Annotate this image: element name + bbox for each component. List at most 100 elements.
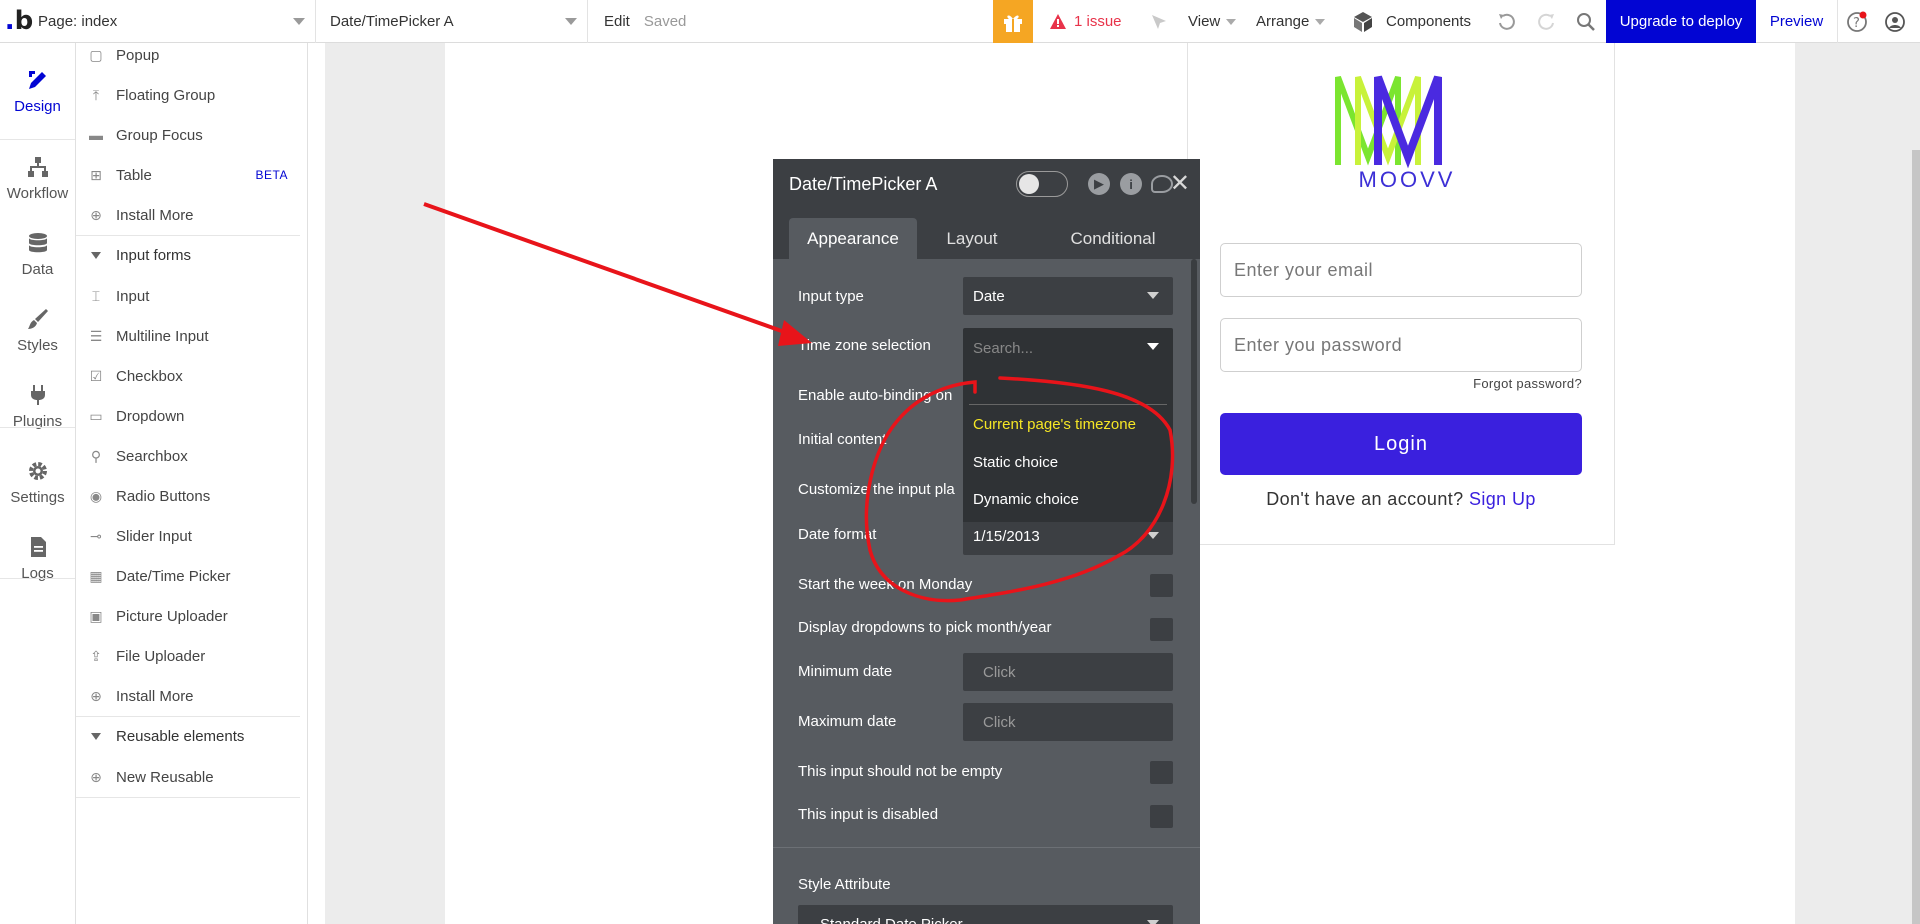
play-icon[interactable]: ▶ — [1088, 173, 1110, 195]
section-input-forms[interactable]: Input forms — [76, 235, 300, 275]
view-menu[interactable]: View — [1188, 0, 1237, 43]
option-static-choice[interactable]: Static choice — [973, 454, 1058, 471]
element-popup[interactable]: ▢ Popup — [76, 35, 300, 75]
gift-button[interactable] — [993, 0, 1033, 43]
initial-content-label: Initial content — [798, 431, 887, 448]
element-label: Install More — [116, 687, 194, 705]
element-slider-input[interactable]: ⊸ Slider Input — [76, 516, 300, 556]
search-icon — [1577, 12, 1595, 31]
brand-name: MOOVV — [1358, 167, 1456, 192]
element-checkbox[interactable]: ☑ Checkbox — [76, 356, 300, 396]
calendar-icon: ▦ — [89, 567, 103, 584]
upgrade-to-deploy-button[interactable]: Upgrade to deploy — [1606, 0, 1756, 43]
element-group-focus[interactable]: ▬ Group Focus — [76, 115, 300, 155]
account-button[interactable] — [1884, 0, 1906, 43]
element-date-time-picker[interactable]: ▦ Date/Time Picker — [76, 556, 300, 596]
help-icon: ? — [1847, 11, 1867, 32]
password-field[interactable]: Enter you password — [1220, 318, 1582, 372]
nav-logs[interactable]: Logs — [0, 520, 75, 596]
info-icon[interactable]: i — [1120, 173, 1142, 195]
editor-scrollbar[interactable] — [1191, 259, 1197, 504]
input-type-select[interactable]: Date — [963, 277, 1173, 315]
chevron-down-icon — [1147, 343, 1159, 350]
redo-icon — [1538, 13, 1554, 30]
cursor-tool[interactable] — [1150, 0, 1168, 43]
checkbox-icon: ☑ — [89, 367, 103, 384]
saved-status: Saved — [643, 12, 687, 30]
undo-button[interactable] — [1497, 0, 1517, 43]
nav-data[interactable]: Data — [0, 216, 75, 292]
popup-icon: ▢ — [89, 46, 103, 63]
element-floating-group[interactable]: ⤒ Floating Group — [76, 75, 300, 115]
date-format-select[interactable]: 1/15/2013 — [963, 517, 1173, 555]
nav-data-label: Data — [21, 260, 54, 278]
style-select[interactable]: Standard Date Picker — [798, 905, 1173, 924]
element-label: Dropdown — [116, 407, 185, 425]
page-selector-label: Page: index — [38, 12, 118, 30]
element-install-more[interactable]: ⊕ Install More — [76, 195, 300, 235]
element-label: Input — [116, 287, 150, 305]
element-picture-uploader[interactable]: ▣ Picture Uploader — [76, 596, 300, 636]
group-focus-icon: ▬ — [89, 127, 103, 143]
login-button[interactable]: Login — [1220, 413, 1582, 475]
disabled-checkbox[interactable] — [1150, 805, 1173, 828]
timezone-label: Time zone selection — [798, 337, 931, 354]
nav-plugins[interactable]: Plugins — [0, 368, 75, 444]
input-icon: ⌶ — [91, 287, 101, 304]
input-type-value: Date — [973, 287, 1005, 305]
element-new-reusable[interactable]: ⊕ New Reusable — [76, 757, 300, 797]
section-reusable-elements[interactable]: Reusable elements — [76, 716, 300, 756]
not-empty-checkbox[interactable] — [1150, 761, 1173, 784]
maximum-date-input[interactable]: Click — [963, 703, 1173, 741]
month-year-dropdowns-label: Display dropdowns to pick month/year — [798, 619, 1052, 636]
element-searchbox[interactable]: ⚲ Searchbox — [76, 436, 300, 476]
element-selector[interactable]: Date/TimePicker A — [316, 0, 588, 43]
element-lock-toggle[interactable] — [1016, 171, 1068, 197]
arrange-menu[interactable]: Arrange — [1256, 0, 1326, 43]
preview-button[interactable]: Preview — [1756, 0, 1838, 43]
element-dropdown[interactable]: ▭ Dropdown — [76, 396, 300, 436]
element-multiline-input[interactable]: ☰ Multiline Input — [76, 316, 300, 356]
email-field[interactable]: Enter your email — [1220, 243, 1582, 297]
element-input[interactable]: ⌶ Input — [76, 276, 300, 316]
radio-icon: ◉ — [89, 487, 103, 504]
dropdown-icon: ▭ — [89, 407, 103, 424]
option-current-timezone[interactable]: Current page's timezone — [973, 416, 1136, 433]
style-attribute-label: Style Attribute — [798, 876, 891, 893]
sign-up-link[interactable]: Sign Up — [1469, 489, 1536, 509]
help-button[interactable]: ? — [1846, 0, 1868, 43]
forgot-password-link[interactable]: Forgot password? — [1473, 376, 1582, 391]
timezone-search-input[interactable]: Search... — [963, 328, 1173, 368]
section-label: Reusable elements — [116, 728, 245, 745]
autobinding-label: Enable auto-binding on — [798, 387, 953, 404]
option-dynamic-choice[interactable]: Dynamic choice — [973, 491, 1079, 508]
element-radio-buttons[interactable]: ◉ Radio Buttons — [76, 476, 300, 516]
editor-divider — [773, 847, 1200, 848]
nav-styles[interactable]: Styles — [0, 292, 75, 368]
minimum-date-input[interactable]: Click — [963, 653, 1173, 691]
nav-design[interactable]: Design — [0, 53, 75, 129]
tab-conditional[interactable]: Conditional — [1053, 218, 1173, 259]
element-table[interactable]: ⊞ Table BETA — [76, 155, 300, 195]
signup-line: Don't have an account? Sign Up — [1188, 489, 1614, 510]
tab-layout[interactable]: Layout — [937, 218, 1007, 259]
nav-workflow[interactable]: Workflow — [0, 140, 75, 216]
tab-appearance[interactable]: Appearance — [789, 218, 917, 259]
month-year-dropdowns-checkbox[interactable] — [1150, 618, 1173, 641]
redo-button[interactable] — [1536, 0, 1556, 43]
start-week-checkbox[interactable] — [1150, 574, 1173, 597]
edit-menu[interactable]: Edit — [588, 13, 644, 30]
nav-settings[interactable]: Settings — [0, 444, 75, 520]
element-file-uploader[interactable]: ⇪ File Uploader — [76, 636, 300, 676]
components-button[interactable]: Components — [1352, 0, 1471, 43]
search-button[interactable] — [1576, 0, 1596, 43]
element-label: Install More — [116, 206, 194, 224]
timezone-dropdown-menu: Current page's timezone Static choice Dy… — [963, 363, 1173, 522]
issues-indicator[interactable]: 1 issue — [1050, 0, 1122, 43]
bubble-logo[interactable]: .b — [0, 0, 38, 43]
view-label: View — [1188, 13, 1221, 30]
close-icon[interactable]: ✕ — [1170, 169, 1190, 198]
canvas-scrollbar[interactable] — [1912, 150, 1920, 924]
element-install-more[interactable]: ⊕ Install More — [76, 676, 300, 716]
element-label: Slider Input — [116, 527, 192, 545]
